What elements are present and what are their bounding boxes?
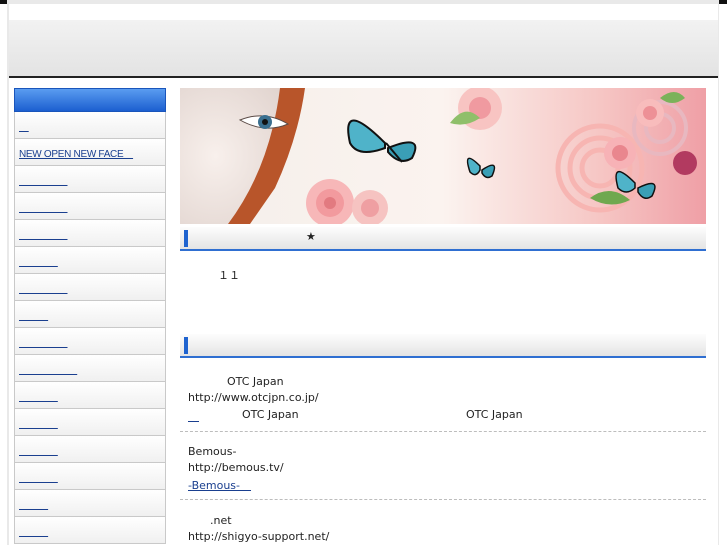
sidebar-item-link[interactable] <box>19 226 68 241</box>
entry-name: .net <box>210 514 232 527</box>
sidebar-item-link[interactable] <box>19 388 58 403</box>
sidebar-item[interactable] <box>14 463 166 490</box>
entry-separator <box>180 431 706 432</box>
sidebar-item-link[interactable] <box>19 307 48 322</box>
entry-name: OTC Japan <box>227 375 284 388</box>
sidebar-item[interactable] <box>14 247 166 274</box>
sidebar-item-link[interactable] <box>19 415 58 430</box>
section-header-1: ★ <box>180 227 706 251</box>
banner-illustration <box>180 88 706 224</box>
sidebar-item-link[interactable] <box>19 253 58 268</box>
entry-url: http://www.otcjpn.co.jp/ <box>188 391 319 404</box>
sidebar-item[interactable] <box>14 220 166 247</box>
sidebar-item-link[interactable] <box>19 199 68 214</box>
sidebar-header <box>14 88 166 112</box>
entry-url: http://bemous.tv/ <box>188 461 284 474</box>
sidebar-item[interactable] <box>14 193 166 220</box>
sidebar-item-link[interactable]: NEW OPEN NEW FACE <box>19 145 133 160</box>
sidebar-item[interactable] <box>14 166 166 193</box>
sidebar-item-link[interactable] <box>19 442 58 457</box>
sidebar-item-link[interactable] <box>19 118 29 133</box>
sidebar-item[interactable]: NEW OPEN NEW FACE <box>14 139 166 166</box>
sidebar-item-link[interactable] <box>19 523 48 538</box>
sidebar-item[interactable] <box>14 355 166 382</box>
sidebar-item-link[interactable] <box>19 172 68 187</box>
entry-url: http://shigyo-support.net/ <box>188 530 330 543</box>
entry-name: Bemous- <box>188 445 237 458</box>
entry-separator <box>180 499 706 500</box>
sidebar-menu: NEW OPEN NEW FACE <box>14 88 166 544</box>
section-header-2 <box>180 334 706 358</box>
sidebar-item[interactable] <box>14 436 166 463</box>
entry-note: OTC Japan <box>242 408 299 421</box>
sidebar-item-link[interactable] <box>19 361 77 376</box>
sidebar-item[interactable] <box>14 301 166 328</box>
section-marker <box>184 337 188 354</box>
entry-link[interactable]: -Bemous- <box>188 477 251 493</box>
section-body: １１ <box>218 269 240 282</box>
sidebar-item[interactable] <box>14 328 166 355</box>
header-band <box>9 20 718 76</box>
sidebar-item[interactable] <box>14 490 166 517</box>
sidebar-item-link[interactable] <box>19 280 68 295</box>
section-title: ★ <box>306 230 316 243</box>
top-strip <box>9 4 718 20</box>
section-marker <box>184 230 188 247</box>
sidebar-item[interactable] <box>14 382 166 409</box>
sidebar-item-link[interactable] <box>19 334 68 349</box>
header-banner-image <box>180 88 706 224</box>
sidebar-item-link[interactable] <box>19 496 48 511</box>
entry-link[interactable] <box>188 408 199 424</box>
sidebar-item-link[interactable] <box>19 469 58 484</box>
sidebar-item[interactable] <box>14 517 166 544</box>
entry-note: OTC Japan <box>466 408 523 421</box>
sidebar-item[interactable] <box>14 112 166 139</box>
sidebar-item[interactable] <box>14 409 166 436</box>
sidebar-item[interactable] <box>14 274 166 301</box>
